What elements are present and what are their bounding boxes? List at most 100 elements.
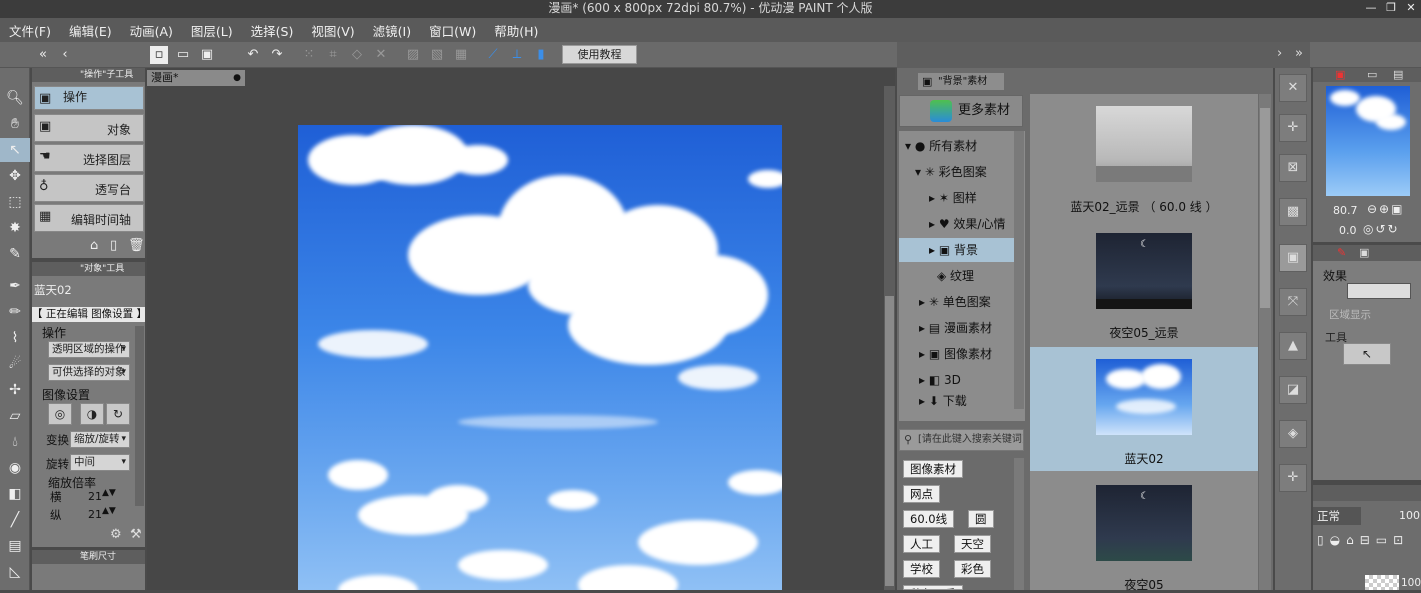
tag-image-material[interactable]: 图像素材: [903, 460, 963, 478]
thumbnail-night05-distant[interactable]: ☾: [1096, 233, 1192, 309]
flip-icon[interactable]: ◑: [80, 403, 104, 425]
tag-circle[interactable]: 圆: [968, 510, 994, 528]
panel-icon-7[interactable]: ▲: [1279, 332, 1307, 360]
layer-thumbnail[interactable]: [1365, 575, 1399, 590]
magic-wand-icon[interactable]: ✸: [0, 216, 30, 240]
rotate-center-dropdown[interactable]: 中间: [70, 454, 130, 471]
zoom-controls-icon[interactable]: ⊖⊕▣: [1367, 202, 1404, 216]
effect-buttons[interactable]: [1347, 283, 1411, 299]
tag-sky[interactable]: 天空: [954, 535, 991, 553]
object-tool-button[interactable]: ↖: [1343, 343, 1391, 365]
panel-icon-6[interactable]: ⤧: [1279, 288, 1307, 316]
horizontal-spinner-icon[interactable]: ▲▼: [102, 488, 116, 498]
vertical-value[interactable]: 21: [88, 508, 102, 521]
decoration-icon[interactable]: ✢: [0, 378, 30, 402]
open-folder-icon[interactable]: ▭: [174, 46, 192, 64]
airbrush-icon[interactable]: ☄: [0, 352, 30, 376]
transform-dropdown[interactable]: 缩放/旋转: [70, 431, 130, 448]
frame-border-icon[interactable]: ▤: [0, 534, 30, 558]
wrench-icon[interactable]: ⚒: [130, 527, 142, 542]
tag-60-lines[interactable]: 60.0线: [903, 510, 955, 528]
tag-school[interactable]: 学校: [903, 560, 940, 578]
selectable-object-dropdown[interactable]: 可供选择的对象: [48, 364, 130, 381]
chevron-left-icon[interactable]: ‹: [56, 46, 74, 64]
panel-icon-4[interactable]: ▩: [1279, 198, 1307, 226]
horizontal-value[interactable]: 21: [88, 490, 102, 503]
redo-icon[interactable]: ↷: [268, 46, 286, 64]
zoom-tool-icon[interactable]: 🔍︎: [0, 86, 30, 110]
transform-icon[interactable]: ✕: [372, 46, 390, 64]
ruler-snap-icon[interactable]: ⟋: [484, 46, 502, 64]
tree-item-texture[interactable]: ◈ 纹理: [899, 264, 1019, 288]
zoom-value[interactable]: 80.7: [1333, 204, 1358, 217]
navigator-preview[interactable]: [1326, 86, 1410, 196]
subtool-item-timeline[interactable]: ▦ 编辑时间轴: [34, 204, 144, 232]
hand-tool-icon[interactable]: ✋︎: [0, 112, 30, 136]
panel-icon-9[interactable]: ◈: [1279, 420, 1307, 448]
blend-icon[interactable]: 💧︎: [0, 430, 30, 454]
close-tab-icon[interactable]: ●: [233, 70, 241, 86]
frame-icon[interactable]: ▦: [452, 46, 470, 64]
subview-tab-icon[interactable]: ▭: [1367, 68, 1377, 81]
chevron-right-icon[interactable]: ›: [1277, 46, 1282, 61]
panel-icon-1[interactable]: ✕: [1279, 74, 1307, 102]
menu-layer[interactable]: 图层(L): [182, 21, 242, 40]
layer-tools-icon[interactable]: ▯◒⌂⊟▭⊡: [1313, 533, 1421, 555]
settings-gear-icon[interactable]: ⚙: [110, 527, 122, 542]
tree-item-manga[interactable]: ▸ ▤ 漫画素材: [899, 316, 1019, 340]
tree-item-color-pattern[interactable]: ▾ ✳ 彩色图案: [899, 160, 1019, 184]
canvas-scrollbar[interactable]: [884, 86, 895, 590]
fill-icon[interactable]: ▨: [404, 46, 422, 64]
menu-view[interactable]: 视图(V): [302, 21, 363, 40]
tag-halftone[interactable]: 网点: [903, 485, 940, 503]
more-materials-button[interactable]: 更多素材: [899, 95, 1023, 127]
blend-mode-dropdown[interactable]: 正常: [1313, 507, 1361, 525]
tag-artificial[interactable]: 人工: [903, 535, 940, 553]
navigator-tab-icon[interactable]: ▣: [1335, 68, 1345, 81]
fill-bucket-icon[interactable]: ◉: [0, 456, 30, 480]
subtool-item-select-layer[interactable]: ☚ 选择图层: [34, 144, 144, 172]
tree-item-effect-mood[interactable]: ▸ ♥ 效果/心情: [899, 212, 1019, 236]
ruler-icon[interactable]: ◺: [0, 560, 30, 584]
panel-icon-8[interactable]: ◪: [1279, 376, 1307, 404]
crop-icon[interactable]: ⌗: [324, 46, 342, 64]
panel-icon-3[interactable]: ⊠: [1279, 154, 1307, 182]
material-search-input[interactable]: ⚲ [请在此键入搜索关键词]: [899, 429, 1024, 451]
canvas-scroll-thumb[interactable]: [885, 296, 894, 586]
collapse-left-icon[interactable]: «: [34, 46, 52, 64]
tree-scrollbar[interactable]: [1014, 131, 1024, 409]
reset-transform-icon[interactable]: ◎: [48, 403, 72, 425]
tree-item-background[interactable]: ▸ ▣ 背景: [899, 238, 1019, 262]
tool-property-scrollbar[interactable]: [135, 326, 144, 506]
close-button[interactable]: ✕: [1401, 0, 1421, 18]
special-ruler-icon[interactable]: ⟂: [508, 46, 526, 64]
thumbnail-night05[interactable]: ☾: [1096, 485, 1192, 561]
panel-icon-10[interactable]: ✛: [1279, 464, 1307, 492]
thumbnail-scroll-thumb[interactable]: [1260, 108, 1270, 308]
clear-icon[interactable]: ◇: [348, 46, 366, 64]
pencil-icon[interactable]: ✏: [0, 300, 30, 324]
rotation-value[interactable]: 0.0: [1339, 224, 1357, 237]
eyedropper-icon[interactable]: ✎: [0, 242, 30, 266]
brush-icon[interactable]: ⌇: [0, 326, 30, 350]
eraser-icon[interactable]: ▱: [0, 404, 30, 428]
menu-edit[interactable]: 编辑(E): [60, 21, 121, 40]
menu-help[interactable]: 帮助(H): [485, 21, 547, 40]
thumbnail-sky02[interactable]: [1096, 359, 1192, 435]
vertical-spinner-icon[interactable]: ▲▼: [102, 506, 116, 516]
rotate-reset-icon[interactable]: ↻: [106, 403, 130, 425]
menu-file[interactable]: 文件(F): [0, 21, 60, 40]
tag-autumn[interactable]: 秋色四季: [903, 585, 963, 590]
document-tab[interactable]: 漫画* ●: [147, 70, 245, 86]
subtool-item-object[interactable]: ▣ 对象: [34, 114, 144, 142]
minimize-button[interactable]: —: [1361, 0, 1381, 18]
selection-tool-icon[interactable]: ⬚: [0, 190, 30, 214]
lock-icon[interactable]: ⌂: [90, 238, 98, 253]
move-layer-icon[interactable]: ✥: [0, 164, 30, 188]
tutorial-button[interactable]: 使用教程: [562, 45, 637, 64]
thumbnail-sky02-distant[interactable]: [1096, 106, 1192, 182]
subtool-item-lightbox[interactable]: ♁ 透写台: [34, 174, 144, 202]
menu-window[interactable]: 窗口(W): [420, 21, 485, 40]
tree-item-mono-pattern[interactable]: ▸ ✳ 单色图案: [899, 290, 1019, 314]
operation-tool-icon[interactable]: ↖: [0, 138, 30, 162]
